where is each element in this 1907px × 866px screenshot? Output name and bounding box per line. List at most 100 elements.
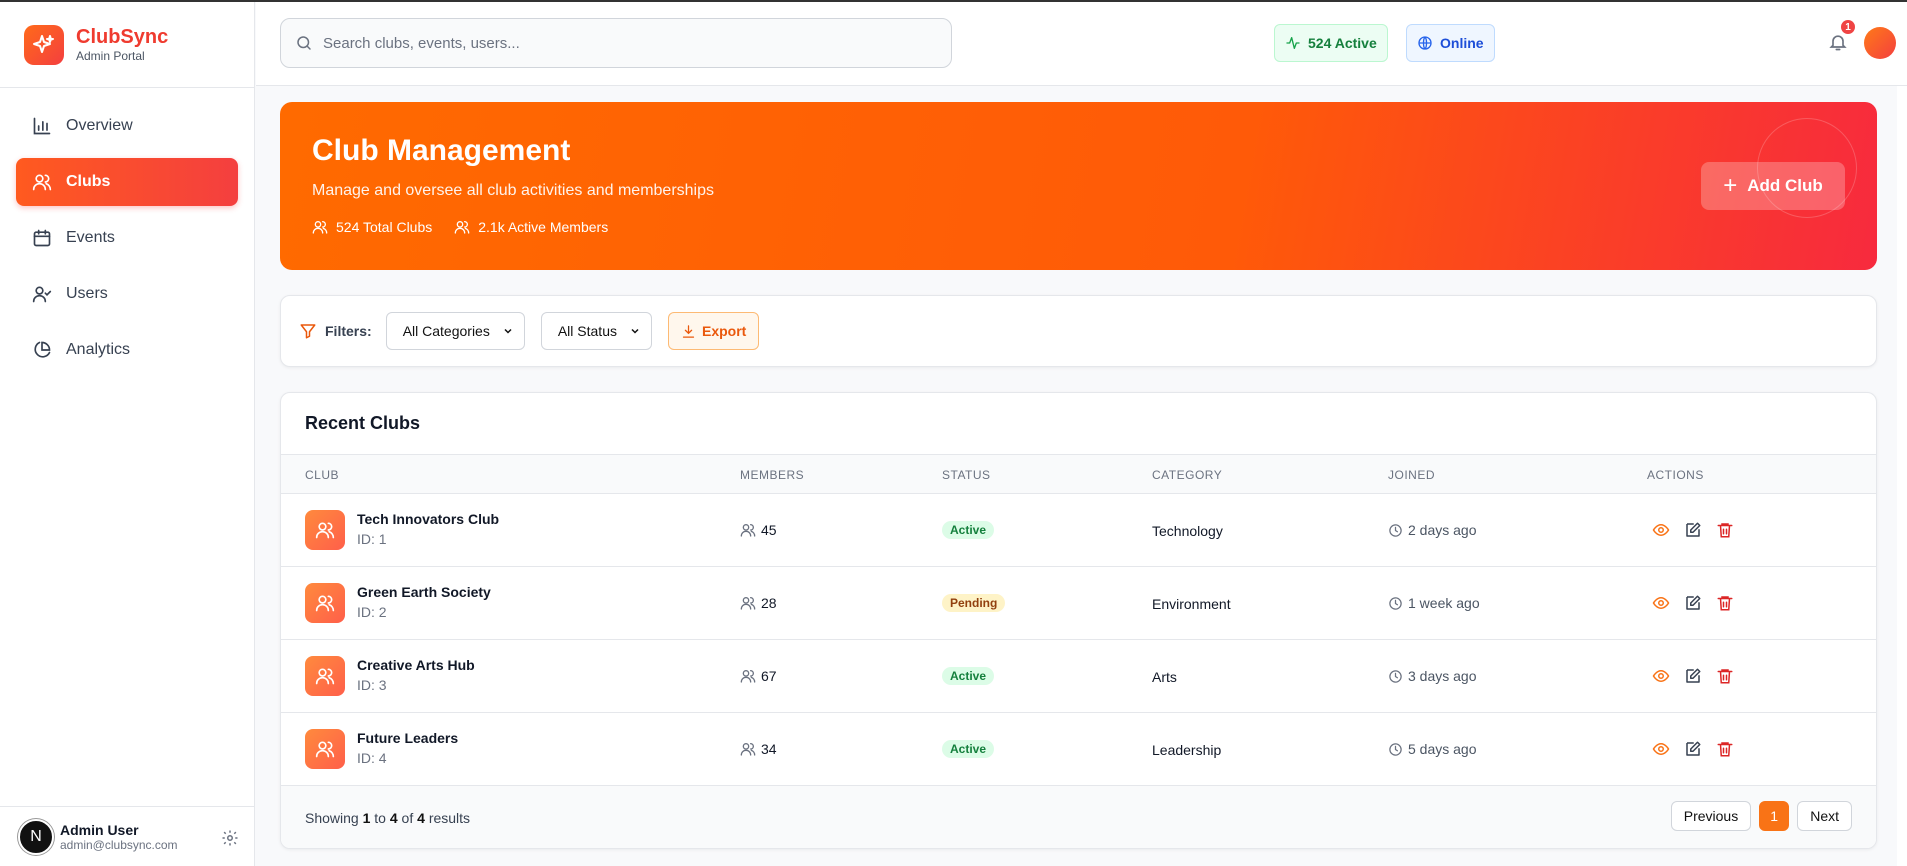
notification-count-badge: 1 xyxy=(1841,20,1855,34)
joined-value: 3 days ago xyxy=(1408,668,1477,684)
row-actions xyxy=(1652,594,1748,612)
avatar[interactable]: N xyxy=(18,818,54,855)
club-id: ID: 3 xyxy=(357,677,387,693)
sidebar-item-label: Analytics xyxy=(66,341,131,358)
filters-label: Filters: xyxy=(325,323,372,339)
table-footer: Showing 1 to 4 of 4 results Previous 1 N… xyxy=(281,786,1876,848)
filter-icon xyxy=(300,324,316,339)
bell-icon[interactable] xyxy=(1828,32,1848,57)
table-row[interactable]: Creative Arts Hub ID: 3 67 Active Arts 3 days… xyxy=(281,640,1876,713)
bar-chart-icon xyxy=(33,117,51,135)
edit-icon[interactable] xyxy=(1684,594,1702,612)
pie-chart-icon xyxy=(34,341,51,358)
joined-value: 2 days ago xyxy=(1408,522,1477,538)
sidebar-item-overview[interactable]: Overview xyxy=(16,102,238,150)
globe-icon xyxy=(1418,36,1432,50)
card-title: Recent Clubs xyxy=(305,413,421,433)
results-summary: Showing 1 to 4 of 4 results xyxy=(305,810,470,826)
sidebar: ClubSync Admin Portal Overview Clubs Eve… xyxy=(0,2,255,866)
export-button[interactable]: Export xyxy=(667,312,760,350)
showing-prefix: Showing xyxy=(305,810,359,826)
chevron-down-icon xyxy=(504,328,512,334)
club-name[interactable]: Future Leaders xyxy=(357,730,458,746)
table-row[interactable]: Future Leaders ID: 4 34 Active Leadership 5 d… xyxy=(281,713,1876,786)
trash-icon[interactable] xyxy=(1716,740,1734,758)
gear-icon[interactable] xyxy=(221,829,239,852)
sidebar-item-analytics[interactable]: Analytics xyxy=(16,326,238,374)
category-select[interactable]: All Categories xyxy=(385,312,525,350)
trash-icon[interactable] xyxy=(1716,594,1734,612)
clock-icon xyxy=(1388,523,1408,538)
edit-icon[interactable] xyxy=(1684,667,1702,685)
previous-page-button[interactable]: Previous xyxy=(1670,801,1752,831)
pagination: Previous 1 Next xyxy=(1663,801,1852,831)
club-name[interactable]: Tech Innovators Club xyxy=(357,511,499,527)
brand[interactable]: ClubSync Admin Portal xyxy=(0,2,254,88)
search-box[interactable] xyxy=(280,18,952,68)
add-club-button[interactable]: + Add Club xyxy=(1701,162,1845,210)
club-id: ID: 4 xyxy=(357,750,387,766)
active-members-label: 2.1k Active Members xyxy=(478,219,609,235)
sidebar-item-users[interactable]: Users xyxy=(16,270,238,318)
active-members-stat: 2.1k Active Members xyxy=(454,219,608,235)
user-profile[interactable]: N Admin User admin@clubsync.com xyxy=(0,806,255,866)
view-icon[interactable] xyxy=(1652,521,1670,539)
brand-subtitle: Admin Portal xyxy=(76,48,145,63)
joined-date: 2 days ago xyxy=(1388,522,1477,538)
column-header-actions: ACTIONS xyxy=(1647,468,1704,482)
joined-value: 1 week ago xyxy=(1408,595,1480,611)
column-header-members: MEMBERS xyxy=(740,468,805,482)
status-badge: Active xyxy=(942,740,995,758)
scrollbar[interactable] xyxy=(1897,86,1907,866)
column-header-category: CATEGORY xyxy=(1152,468,1223,482)
edit-icon[interactable] xyxy=(1684,521,1702,539)
top-avatar[interactable] xyxy=(1864,27,1896,59)
range-from: 1 xyxy=(362,810,371,826)
member-count-value: 34 xyxy=(761,741,777,757)
online-status-badge: Online xyxy=(1406,24,1495,62)
joined-date: 1 week ago xyxy=(1388,595,1480,611)
total-clubs-stat: 524 Total Clubs xyxy=(312,219,432,235)
view-icon[interactable] xyxy=(1652,667,1670,685)
status-badge: Active xyxy=(942,667,995,685)
view-icon[interactable] xyxy=(1652,594,1670,612)
users-icon xyxy=(740,595,761,611)
page-1-button[interactable]: 1 xyxy=(1759,801,1790,831)
trash-icon[interactable] xyxy=(1716,521,1734,539)
club-name[interactable]: Creative Arts Hub xyxy=(357,657,475,673)
club-avatar-icon xyxy=(305,510,345,550)
activity-icon xyxy=(1286,37,1300,49)
joined-date: 5 days ago xyxy=(1388,741,1477,757)
clock-icon xyxy=(1388,742,1408,757)
sidebar-item-events[interactable]: Events xyxy=(16,214,238,262)
club-category: Arts xyxy=(1152,669,1177,685)
results-total: 4 xyxy=(417,810,425,826)
active-status-badge: 524 Active xyxy=(1274,24,1388,62)
search-input[interactable] xyxy=(323,34,923,52)
edit-icon[interactable] xyxy=(1684,740,1702,758)
user-check-icon xyxy=(32,286,52,303)
view-icon[interactable] xyxy=(1652,740,1670,758)
add-club-label: Add Club xyxy=(1747,176,1823,195)
status-select[interactable]: All Status xyxy=(540,312,652,350)
export-label: Export xyxy=(701,323,747,339)
range-to: 4 xyxy=(389,810,398,826)
trash-icon[interactable] xyxy=(1716,667,1734,685)
sidebar-item-label: Overview xyxy=(66,117,133,134)
brand-name: ClubSync xyxy=(76,25,169,48)
member-count: 28 xyxy=(740,595,777,611)
of-word: of xyxy=(401,810,414,826)
joined-value: 5 days ago xyxy=(1408,741,1477,757)
table-row[interactable]: Green Earth Society ID: 2 28 Pending Environ… xyxy=(281,567,1876,640)
clock-icon xyxy=(1388,596,1408,611)
next-page-button[interactable]: Next xyxy=(1797,801,1852,831)
topbar: 524 Active Online 1 xyxy=(256,2,1907,86)
sparkle-logo-icon xyxy=(24,24,64,65)
table-row[interactable]: Tech Innovators Club ID: 1 45 Active Technol… xyxy=(281,494,1876,567)
row-actions xyxy=(1652,740,1748,758)
club-name[interactable]: Green Earth Society xyxy=(357,584,491,600)
member-count: 34 xyxy=(740,741,777,757)
sidebar-item-clubs[interactable]: Clubs xyxy=(16,158,238,206)
club-category: Environment xyxy=(1152,596,1231,612)
sidebar-item-label: Events xyxy=(66,229,115,246)
